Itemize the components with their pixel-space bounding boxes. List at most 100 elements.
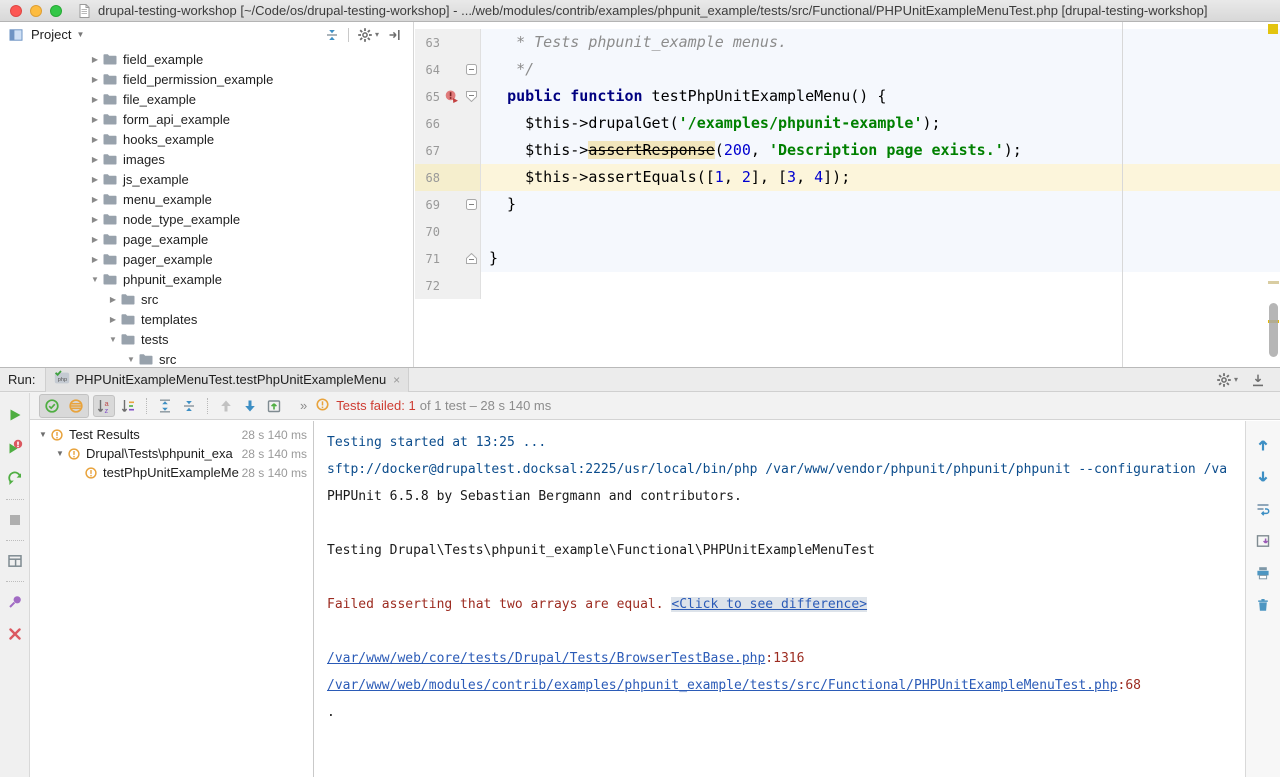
gutter[interactable]: 63 xyxy=(415,29,481,56)
scrollbar-thumb[interactable] xyxy=(1269,303,1278,357)
restore-layout-icon[interactable] xyxy=(4,550,26,572)
project-toolwindow-icon[interactable] xyxy=(6,25,26,45)
expand-arrow-icon[interactable]: ▶ xyxy=(88,195,102,204)
editor-line-63[interactable]: 63 * Tests phpunit_example menus. xyxy=(415,29,1280,56)
close-tab-icon[interactable]: × xyxy=(393,373,400,387)
settings-gear-icon[interactable] xyxy=(1213,369,1235,391)
close-icon[interactable] xyxy=(4,623,26,645)
rerun-failed-tests-icon[interactable] xyxy=(4,436,26,458)
gutter[interactable]: 71 xyxy=(415,245,481,272)
run-tab[interactable]: php PHPUnitExampleMenuTest.testPhpUnitEx… xyxy=(45,368,409,392)
gutter[interactable]: 72 xyxy=(415,272,481,299)
sort-by-duration-icon[interactable] xyxy=(117,395,139,417)
toggle-auto-test-icon[interactable] xyxy=(4,468,26,490)
editor-line-69[interactable]: 69 } xyxy=(415,191,1280,218)
project-tree-item-images[interactable]: ▶images xyxy=(0,149,413,169)
project-panel-title[interactable]: Project xyxy=(31,27,71,42)
editor-line-68[interactable]: 68 $this->assertEquals([1, 2], [3, 4]); xyxy=(415,164,1280,191)
collapse-arrow-icon[interactable]: ▼ xyxy=(88,275,102,284)
error-stripe-warning-mark[interactable] xyxy=(1268,24,1278,34)
test-tree-row[interactable]: ▼Drupal\Tests\phpunit_exa28 s 140 ms xyxy=(30,444,313,463)
minimize-window-button[interactable] xyxy=(30,5,42,17)
editor-line-72[interactable]: 72 xyxy=(415,272,1280,299)
editor-line-64[interactable]: 64 */ xyxy=(415,56,1280,83)
gutter[interactable]: 64 xyxy=(415,56,481,83)
gutter[interactable]: 66 xyxy=(415,110,481,137)
collapse-all-icon[interactable] xyxy=(178,395,200,417)
show-passed-icon[interactable] xyxy=(41,395,63,417)
code-text[interactable]: public function testPhpUnitExampleMenu()… xyxy=(481,83,1280,110)
collapse-all-icon[interactable] xyxy=(321,24,343,46)
expand-arrow-icon[interactable]: ▶ xyxy=(88,95,102,104)
expand-arrow-icon[interactable]: ▶ xyxy=(88,55,102,64)
editor-line-71[interactable]: 71} xyxy=(415,245,1280,272)
scroll-to-end-icon[interactable] xyxy=(1252,530,1274,552)
down-the-stack-trace-icon[interactable] xyxy=(1252,466,1274,488)
code-text[interactable]: * Tests phpunit_example menus. xyxy=(481,29,1280,56)
test-tree-row[interactable]: testPhpUnitExampleMe28 s 140 ms xyxy=(30,463,313,482)
test-tree-row[interactable]: ▼Test Results28 s 140 ms xyxy=(30,425,313,444)
more-chevron-icon[interactable]: » xyxy=(300,398,307,413)
chevron-down-icon[interactable]: ▼ xyxy=(76,30,84,39)
project-tree-item-page_example[interactable]: ▶page_example xyxy=(0,229,413,249)
test-console-output[interactable]: Testing started at 13:25 ...sftp://docke… xyxy=(315,421,1245,777)
gutter[interactable]: 69 xyxy=(415,191,481,218)
expand-arrow-icon[interactable]: ▶ xyxy=(88,255,102,264)
settings-gear-icon[interactable] xyxy=(354,24,376,46)
up-the-stack-trace-icon[interactable] xyxy=(1252,434,1274,456)
code-text[interactable] xyxy=(481,272,1280,299)
gutter[interactable]: 65 xyxy=(415,83,481,110)
project-tree-item-hooks_example[interactable]: ▶hooks_example xyxy=(0,129,413,149)
collapse-arrow-icon[interactable]: ▼ xyxy=(124,355,138,364)
editor-line-66[interactable]: 66 $this->drupalGet('/examples/phpunit-e… xyxy=(415,110,1280,137)
code-text[interactable]: */ xyxy=(481,56,1280,83)
expand-arrow-icon[interactable]: ▶ xyxy=(88,155,102,164)
gutter[interactable]: 70 xyxy=(415,218,481,245)
console-link[interactable]: /var/www/web/modules/contrib/examples/ph… xyxy=(327,678,1118,693)
show-ignored-icon[interactable] xyxy=(65,395,87,417)
gutter[interactable]: 67 xyxy=(415,137,481,164)
project-tree-item-src[interactable]: ▼src xyxy=(0,349,413,367)
print-icon[interactable] xyxy=(1252,562,1274,584)
project-tree-item-templates[interactable]: ▶templates xyxy=(0,309,413,329)
expand-arrow-icon[interactable]: ▶ xyxy=(106,315,120,324)
editor-scrollbar[interactable] xyxy=(1265,22,1280,367)
code-text[interactable] xyxy=(481,218,1280,245)
project-tree-item-node_type_example[interactable]: ▶node_type_example xyxy=(0,209,413,229)
expand-arrow-icon[interactable]: ▶ xyxy=(88,135,102,144)
code-editor[interactable]: 63 * Tests phpunit_example menus.64 */65… xyxy=(415,22,1280,367)
project-tree-item-file_example[interactable]: ▶file_example xyxy=(0,89,413,109)
code-text[interactable]: } xyxy=(481,245,1280,272)
editor-line-67[interactable]: 67 $this->assertResponse(200, 'Descripti… xyxy=(415,137,1280,164)
hide-toolwindow-icon[interactable] xyxy=(1247,369,1269,391)
zoom-window-button[interactable] xyxy=(50,5,62,17)
expand-arrow-icon[interactable]: ▶ xyxy=(88,75,102,84)
gutter[interactable]: 68 xyxy=(415,164,481,191)
collapse-arrow-icon[interactable]: ▼ xyxy=(106,335,120,344)
expand-arrow-icon[interactable]: ▶ xyxy=(88,175,102,184)
project-tree-item-js_example[interactable]: ▶js_example xyxy=(0,169,413,189)
editor-line-70[interactable]: 70 xyxy=(415,218,1280,245)
project-tree-item-src[interactable]: ▶src xyxy=(0,289,413,309)
project-tree-item-tests[interactable]: ▼tests xyxy=(0,329,413,349)
sort-alphabetically-icon[interactable]: az xyxy=(93,395,115,417)
pin-tab-icon[interactable] xyxy=(4,591,26,613)
import-test-results-icon[interactable] xyxy=(263,395,285,417)
close-window-button[interactable] xyxy=(10,5,22,17)
code-text[interactable]: $this->drupalGet('/examples/phpunit-exam… xyxy=(481,110,1280,137)
previous-failed-test-icon[interactable] xyxy=(215,395,237,417)
chevron-down-icon[interactable]: ▾ xyxy=(375,30,379,39)
editor-line-65[interactable]: 65 public function testPhpUnitExampleMen… xyxy=(415,83,1280,110)
clear-all-icon[interactable] xyxy=(1252,594,1274,616)
console-link[interactable]: <Click to see difference> xyxy=(671,597,867,612)
expand-arrow-icon[interactable]: ▶ xyxy=(88,215,102,224)
collapse-arrow-icon[interactable]: ▼ xyxy=(36,430,50,439)
code-text[interactable]: $this->assertEquals([1, 2], [3, 4]); xyxy=(481,164,1280,191)
play-icon[interactable] xyxy=(4,404,26,426)
code-text[interactable]: $this->assertResponse(200, 'Description … xyxy=(481,137,1280,164)
stop-icon[interactable] xyxy=(4,509,26,531)
console-link[interactable]: /var/www/web/core/tests/Drupal/Tests/Bro… xyxy=(327,651,765,666)
code-text[interactable]: } xyxy=(481,191,1280,218)
expand-all-icon[interactable] xyxy=(154,395,176,417)
project-tree-item-field_example[interactable]: ▶field_example xyxy=(0,49,413,69)
